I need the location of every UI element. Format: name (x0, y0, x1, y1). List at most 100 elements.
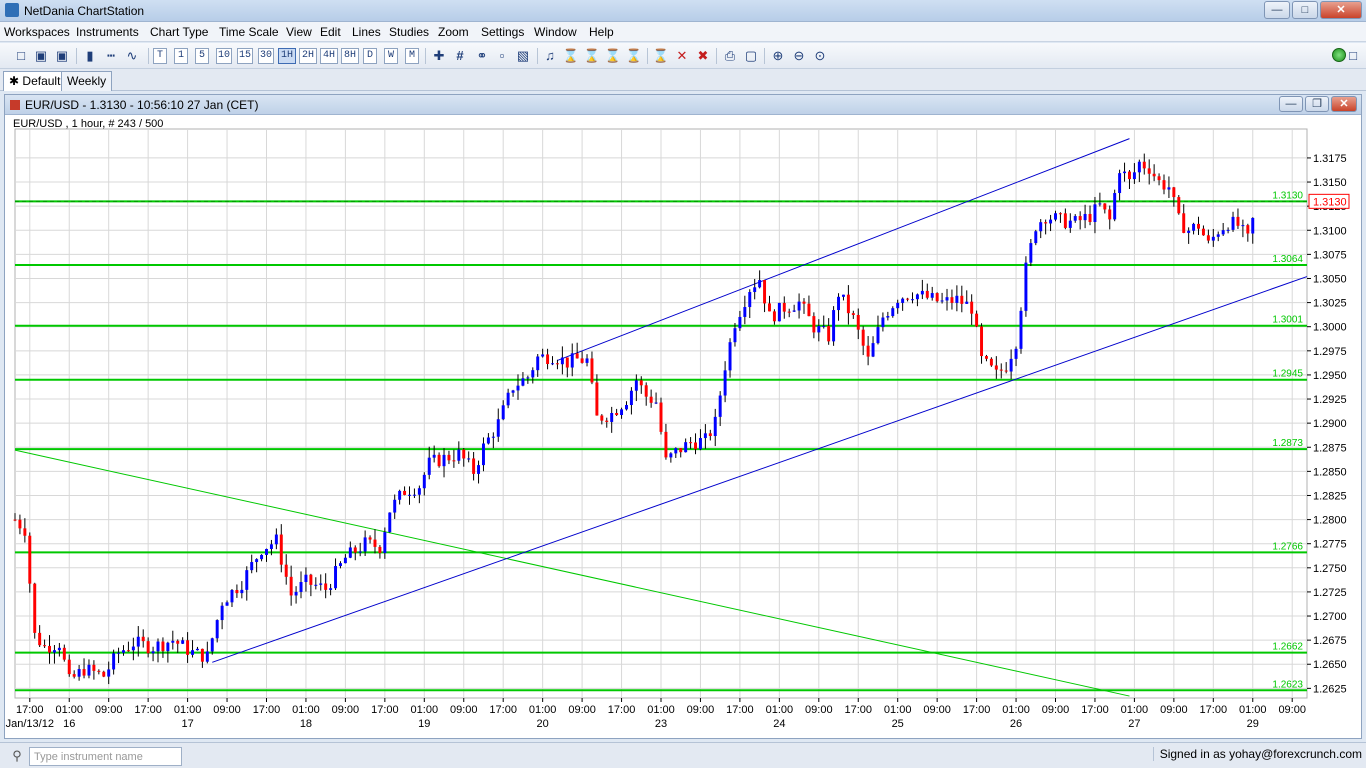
candle-body (383, 532, 387, 553)
tab-default[interactable]: ✱ Default (3, 71, 67, 91)
x-tick-label: 17:00 (489, 704, 517, 716)
timeframe-tick[interactable]: T (153, 48, 167, 64)
candle-body (245, 570, 249, 590)
candle-body (694, 442, 697, 450)
candle-body (807, 303, 811, 317)
candle-body (48, 645, 51, 653)
volume-icon[interactable]: ▧ (514, 47, 532, 65)
pin-icon: ✱ (9, 74, 20, 88)
menu-lines[interactable]: Lines (352, 25, 381, 39)
candle-body (595, 382, 599, 416)
candle-body (28, 535, 32, 584)
candle-body (782, 302, 786, 312)
toolbar-expand-icon[interactable]: □ (1346, 47, 1360, 65)
x-tick-label: 09:00 (568, 704, 596, 716)
delete-all-icon[interactable]: ✖ (694, 47, 712, 65)
print-icon[interactable]: ⎙ (721, 47, 739, 65)
timeframe-5m[interactable]: 5 (195, 48, 209, 64)
timeframe-8h[interactable]: 8H (341, 48, 359, 64)
candle-body (82, 669, 86, 676)
zoom-reset-icon[interactable]: ⊙ (811, 47, 829, 65)
chart-close-icon[interactable]: ✕ (1331, 96, 1357, 112)
x-date-label: 17 (181, 718, 193, 730)
delete-last-icon[interactable]: ⌛ (652, 47, 670, 65)
y-tick-label: 1.2825 (1313, 490, 1347, 502)
y-tick-label: 1.3175 (1313, 153, 1347, 165)
study-c-icon[interactable]: ⌛ (625, 47, 643, 65)
x-tick-label: 09:00 (805, 704, 833, 716)
menu-studies[interactable]: Studies (389, 25, 429, 39)
tab-weekly[interactable]: Weekly (61, 71, 113, 91)
menu-edit[interactable]: Edit (320, 25, 341, 39)
alert-icon[interactable]: ♫ (541, 47, 559, 65)
study-icon[interactable]: ⌛ (562, 47, 580, 65)
chart-minimize-icon[interactable]: — (1279, 96, 1303, 112)
menu-chart-type[interactable]: Chart Type (150, 25, 208, 39)
timeframe-10m[interactable]: 10 (216, 48, 232, 64)
timeframe-day[interactable]: D (363, 48, 377, 64)
menu-zoom[interactable]: Zoom (438, 25, 469, 39)
delete-icon[interactable]: ✕ (673, 47, 691, 65)
line-icon[interactable]: ∿ (123, 47, 141, 65)
histogram-icon[interactable]: ▫ (493, 47, 511, 65)
candle-body (87, 664, 91, 676)
crosshair-icon[interactable]: ✚ (430, 47, 448, 65)
y-tick-label: 1.2675 (1313, 635, 1347, 647)
x-tick-label: 09:00 (450, 704, 478, 716)
candle-body (1157, 176, 1161, 181)
candle-body (955, 295, 959, 303)
timeframe-month[interactable]: M (405, 48, 419, 64)
chart-window: EUR/USD - 1.3130 - 10:56:10 27 Jan (CET)… (4, 94, 1362, 739)
menu-settings[interactable]: Settings (481, 25, 524, 39)
x-tick-label: 01:00 (174, 704, 202, 716)
chart-window-titlebar[interactable]: EUR/USD - 1.3130 - 10:56:10 27 Jan (CET)… (5, 95, 1361, 115)
candlestick-icon[interactable]: ▮ (81, 47, 99, 65)
timeframe-30m[interactable]: 30 (258, 48, 274, 64)
timeframe-1h[interactable]: 1H (278, 48, 296, 64)
price-chart[interactable]: 1.3130 1.3064 1.3001 1.2945 1.2873 1.2766 1.26… (5, 115, 1361, 739)
save-as-icon[interactable]: ▣ (53, 47, 71, 65)
minimize-icon[interactable]: — (1264, 1, 1290, 19)
chart-window-icon (10, 100, 20, 110)
candle-body (225, 602, 229, 606)
candle-body (501, 405, 505, 420)
zoom-in-icon[interactable]: ⊕ (769, 47, 787, 65)
trend-icon[interactable]: ⌛ (583, 47, 601, 65)
menu-workspaces[interactable]: Workspaces (4, 25, 70, 39)
chart-restore-icon[interactable]: ❐ (1305, 96, 1329, 112)
close-icon[interactable]: ✕ (1320, 1, 1362, 19)
instrument-search-input[interactable] (29, 747, 182, 766)
zoom-out-icon[interactable]: ⊖ (790, 47, 808, 65)
print-preview-icon[interactable]: ▢ (742, 47, 760, 65)
candle-body (97, 670, 101, 672)
menu-window[interactable]: Window (534, 25, 577, 39)
timeframe-week[interactable]: W (384, 48, 398, 64)
candle-body (1029, 243, 1033, 263)
candle-body (787, 311, 791, 313)
candle-body (1206, 235, 1210, 241)
candle-body (467, 458, 471, 460)
new-icon[interactable]: □ (12, 47, 30, 65)
x-tick-label: 17:00 (1200, 704, 1228, 716)
workspace-tabs: ✱ Default Weekly (0, 69, 1366, 91)
grid-icon[interactable]: # (451, 47, 469, 65)
menu-instruments[interactable]: Instruments (76, 25, 139, 39)
bar-icon[interactable]: ┅ (102, 47, 120, 65)
timeframe-1m[interactable]: 1 (174, 48, 188, 64)
timeframe-15m[interactable]: 15 (237, 48, 253, 64)
menu-time-scale[interactable]: Time Scale (219, 25, 279, 39)
maximize-icon[interactable]: □ (1292, 1, 1318, 19)
menu-help[interactable]: Help (589, 25, 614, 39)
menu-view[interactable]: View (286, 25, 312, 39)
timeframe-4h[interactable]: 4H (320, 48, 338, 64)
level-label: 1.3001 (1272, 315, 1303, 326)
candle-body (600, 415, 604, 421)
marker-icon[interactable]: ⚭ (473, 47, 491, 65)
save-icon[interactable]: ▣ (32, 47, 50, 65)
candle-body (876, 327, 880, 344)
timeframe-2h[interactable]: 2H (299, 48, 317, 64)
candle-body (1098, 203, 1102, 205)
study-b-icon[interactable]: ⌛ (604, 47, 622, 65)
candle-body (521, 378, 525, 386)
candle-body (294, 591, 298, 596)
